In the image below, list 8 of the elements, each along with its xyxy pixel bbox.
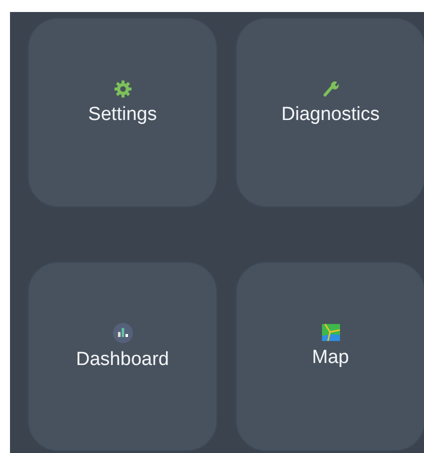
menu-tile[interactable]: Map	[236, 262, 424, 451]
wrench-icon	[322, 80, 338, 98]
bar-chart-icon	[112, 322, 132, 342]
map-icon	[322, 324, 340, 341]
menu-tile[interactable]: Diagnostics	[236, 18, 424, 207]
menu-tile[interactable]: Dashboard	[28, 262, 217, 451]
gear-icon	[114, 80, 132, 98]
menu-tile[interactable]: Settings	[28, 18, 217, 207]
